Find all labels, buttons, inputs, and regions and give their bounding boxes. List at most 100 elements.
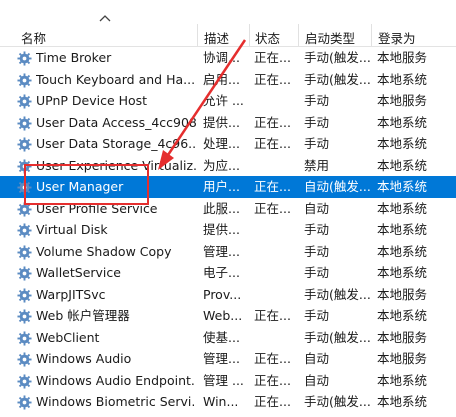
- service-logon-as: 本地系统: [377, 157, 428, 173]
- service-name: WarpJITSvc: [36, 286, 106, 302]
- service-name: Windows Audio: [36, 351, 132, 366]
- service-row[interactable]: WalletService 电子... 手动 本地系统: [0, 262, 456, 284]
- service-name: Volume Shadow Copy: [36, 243, 172, 259]
- service-name: User Data Access_4cc9089: [36, 114, 196, 130]
- service-status: 正在...: [254, 114, 291, 130]
- sort-up-icon[interactable]: [99, 14, 111, 22]
- service-row[interactable]: WarpJITSvc Prov... 手动(触发... 本地服务: [0, 284, 456, 306]
- service-logon-as: 本地系统: [377, 308, 428, 323]
- service-description: 提供...: [203, 222, 240, 237]
- gear-icon: [17, 373, 32, 389]
- service-row[interactable]: Time Broker 协调... 正在... 手动(触发... 本地服务: [0, 47, 456, 69]
- column-header-startup[interactable]: 启动类型: [305, 28, 355, 47]
- column-header-name[interactable]: 名称: [21, 28, 46, 47]
- service-logon-as: 本地服务: [377, 50, 428, 65]
- gear-icon: [17, 330, 32, 346]
- service-logon-as: 本地系统: [377, 179, 428, 194]
- service-row[interactable]: Windows Audio Endpoint... 管理 ... 正在... 自动 本地…: [0, 370, 456, 392]
- service-description: 启用...: [203, 71, 240, 87]
- service-row[interactable]: WebClient 使基... 手动(触发... 本地服务: [0, 327, 456, 349]
- service-description: 用户...: [203, 179, 240, 194]
- service-description: 电子...: [203, 265, 240, 280]
- service-status: 正在...: [254, 394, 291, 409]
- service-description: 使基...: [203, 329, 240, 345]
- service-logon-as: 本地系统: [377, 200, 428, 216]
- gear-icon: [17, 94, 32, 109]
- service-row[interactable]: Windows Audio 管理... 正在... 自动 本地服务: [0, 348, 456, 370]
- gear-icon: [17, 137, 32, 152]
- service-status: 正在...: [254, 136, 291, 151]
- service-logon-as: 本地系统: [377, 71, 428, 87]
- service-row[interactable]: Virtual Disk 提供... 手动 本地系统: [0, 219, 456, 241]
- service-startup-type: 手动(触发...: [304, 71, 371, 87]
- service-description: 允许 ...: [203, 93, 244, 108]
- column-header-desc[interactable]: 描述: [204, 28, 229, 47]
- service-startup-type: 手动: [304, 136, 330, 151]
- service-logon-as: 本地系统: [377, 394, 428, 409]
- service-startup-type: 手动(触发...: [304, 50, 371, 65]
- service-row[interactable]: Volume Shadow Copy 管理... 手动 本地系统: [0, 241, 456, 263]
- service-startup-type: 手动: [304, 265, 330, 280]
- service-logon-as: 本地系统: [377, 114, 428, 130]
- service-startup-type: 手动(触发...: [304, 394, 371, 409]
- service-logon-as: 本地系统: [377, 243, 428, 259]
- service-status: 正在...: [254, 200, 291, 216]
- service-name: Web 帐户管理器: [36, 308, 130, 323]
- service-name: User Data Storage_4c96...: [36, 136, 196, 151]
- service-description: 协调...: [203, 50, 240, 65]
- column-header-logon[interactable]: 登录为: [378, 28, 416, 47]
- service-startup-type: 自动: [304, 200, 330, 216]
- service-row[interactable]: Touch Keyboard and Ha... 启用... 正在... 手动(触发.…: [0, 69, 456, 91]
- service-name: Windows Audio Endpoint...: [36, 372, 196, 388]
- service-name: Virtual Disk: [36, 222, 108, 237]
- service-status: 正在...: [254, 50, 291, 65]
- service-name: WebClient: [36, 329, 100, 345]
- service-description: 管理...: [203, 351, 240, 366]
- service-startup-type: 禁用: [304, 157, 330, 173]
- service-logon-as: 本地服务: [377, 329, 428, 345]
- gear-icon: [17, 223, 32, 238]
- service-description: Web...: [203, 308, 243, 323]
- service-name: Touch Keyboard and Ha...: [36, 71, 196, 87]
- service-startup-type: 手动: [304, 222, 330, 237]
- service-row[interactable]: User Data Storage_4c96... 处理... 正在... 手动 本地系…: [0, 133, 456, 155]
- service-startup-type: 手动: [304, 308, 330, 323]
- service-row[interactable]: Web 帐户管理器 Web... 正在... 手动 本地系统: [0, 305, 456, 327]
- services-list: 名称 描述 状态 启动类型 登录为 Time Broker 协调... 正在... 手…: [0, 0, 456, 410]
- gear-icon: [17, 72, 32, 88]
- service-description: Prov...: [203, 286, 242, 302]
- service-logon-as: 本地服务: [377, 351, 428, 366]
- gear-icon: [17, 395, 32, 410]
- service-description: Win...: [203, 394, 239, 409]
- annotation-highlight-box: [24, 164, 149, 205]
- service-startup-type: 手动(触发...: [304, 286, 371, 302]
- gear-icon: [17, 244, 32, 260]
- service-description: 管理 ...: [203, 372, 244, 388]
- service-name: UPnP Device Host: [36, 93, 148, 108]
- service-startup-type: 手动: [304, 93, 330, 108]
- column-header-status[interactable]: 状态: [255, 28, 280, 47]
- service-startup-type: 手动: [304, 114, 330, 130]
- service-row[interactable]: Windows Biometric Servi... Win... 正在... 手动(…: [0, 391, 456, 413]
- service-startup-type: 自动: [304, 351, 330, 366]
- service-status: 正在...: [254, 308, 291, 323]
- service-status: 正在...: [254, 351, 291, 366]
- service-logon-as: 本地服务: [377, 93, 428, 108]
- gear-icon: [17, 51, 32, 66]
- service-name: Time Broker: [36, 50, 112, 65]
- service-status: 正在...: [254, 372, 291, 388]
- service-startup-type: 自动: [304, 372, 330, 388]
- service-row[interactable]: UPnP Device Host 允许 ... 手动 本地服务: [0, 90, 456, 112]
- service-description: 提供...: [203, 114, 240, 130]
- gear-icon: [17, 287, 32, 303]
- service-name: WalletService: [36, 265, 121, 280]
- service-name: Windows Biometric Servi...: [36, 394, 196, 409]
- service-description: 为应...: [203, 157, 240, 173]
- service-row[interactable]: User Data Access_4cc9089 提供... 正在... 手动 本地系统: [0, 112, 456, 134]
- service-description: 此服...: [203, 200, 240, 216]
- service-status: 正在...: [254, 71, 291, 87]
- service-description: 处理...: [203, 136, 240, 151]
- gear-icon: [17, 309, 32, 324]
- service-startup-type: 自动(触发...: [304, 179, 371, 194]
- column-header: 名称 描述 状态 启动类型 登录为: [0, 0, 456, 47]
